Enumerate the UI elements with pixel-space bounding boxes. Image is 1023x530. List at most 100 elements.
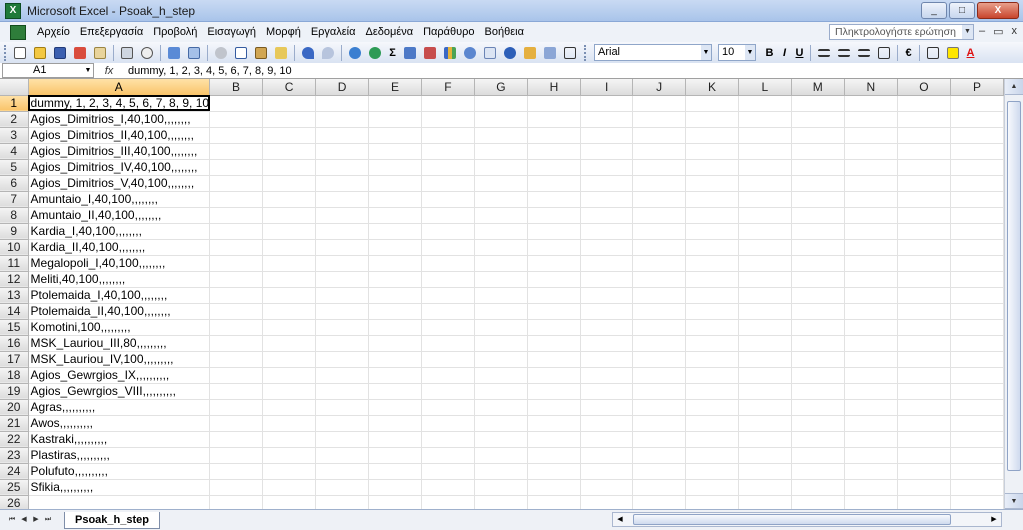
- cell[interactable]: [28, 495, 211, 509]
- cell[interactable]: [632, 367, 686, 384]
- first-sheet-icon[interactable]: ⏮: [6, 513, 18, 527]
- cell[interactable]: [738, 95, 792, 112]
- cell[interactable]: [897, 159, 951, 176]
- cell[interactable]: [844, 223, 898, 240]
- cell[interactable]: [685, 415, 739, 432]
- cell[interactable]: Agios_Gewrgios_VIII,,,,,,,,,,: [28, 383, 211, 400]
- cell[interactable]: [262, 111, 317, 128]
- open-folder-icon[interactable]: [32, 44, 49, 61]
- cell[interactable]: [315, 239, 370, 256]
- cell[interactable]: [685, 447, 739, 464]
- cell[interactable]: [791, 399, 845, 416]
- cell[interactable]: [421, 95, 475, 112]
- cell[interactable]: [474, 143, 528, 160]
- cell[interactable]: Agios_Dimitrios_III,40,100,,,,,,,,: [28, 143, 211, 160]
- cell[interactable]: Ptolemaida_I,40,100,,,,,,,,: [28, 287, 211, 304]
- cell[interactable]: [368, 143, 422, 160]
- column-header-j[interactable]: J: [632, 79, 686, 96]
- cell[interactable]: [421, 415, 475, 432]
- cell[interactable]: [527, 495, 581, 509]
- spelling-icon[interactable]: [166, 44, 183, 61]
- cell[interactable]: [527, 143, 581, 160]
- cell[interactable]: [897, 191, 951, 208]
- zoom-icon[interactable]: [482, 44, 499, 61]
- cell[interactable]: [685, 335, 739, 352]
- cell[interactable]: [368, 271, 422, 288]
- cell[interactable]: [632, 383, 686, 400]
- cell[interactable]: [474, 319, 528, 336]
- cell[interactable]: [368, 255, 422, 272]
- scroll-right-icon[interactable]: ▶: [987, 513, 1001, 526]
- cell[interactable]: [315, 367, 370, 384]
- cell[interactable]: [209, 447, 264, 464]
- cell[interactable]: [738, 127, 792, 144]
- cell[interactable]: [791, 239, 845, 256]
- cell[interactable]: [368, 95, 422, 112]
- cell[interactable]: [315, 415, 370, 432]
- menu-window[interactable]: Παράθυρο: [418, 26, 479, 38]
- cell[interactable]: [580, 287, 634, 304]
- cell[interactable]: Amuntaio_II,40,100,,,,,,,,: [28, 207, 211, 224]
- cell[interactable]: [950, 463, 1004, 480]
- cell[interactable]: [791, 367, 845, 384]
- row-header[interactable]: 19: [0, 383, 29, 400]
- cell[interactable]: [474, 111, 528, 128]
- cell[interactable]: [685, 143, 739, 160]
- sheet-tab-psoak-h-step[interactable]: Psoak_h_step: [64, 511, 160, 529]
- cell[interactable]: [685, 351, 739, 368]
- close-button[interactable]: X: [977, 2, 1019, 19]
- row-header[interactable]: 24: [0, 463, 29, 480]
- row-header[interactable]: 12: [0, 271, 29, 288]
- cell[interactable]: [844, 415, 898, 432]
- cell[interactable]: Megalopoli_I,40,100,,,,,,,,: [28, 255, 211, 272]
- cell[interactable]: [368, 287, 422, 304]
- column-header-f[interactable]: F: [421, 79, 475, 96]
- cell[interactable]: [844, 271, 898, 288]
- column-header-k[interactable]: K: [685, 79, 739, 96]
- cell[interactable]: [527, 335, 581, 352]
- cell[interactable]: [421, 127, 475, 144]
- cell[interactable]: [738, 271, 792, 288]
- cell[interactable]: [738, 431, 792, 448]
- help-icon[interactable]: [502, 44, 519, 61]
- cell[interactable]: [844, 175, 898, 192]
- cell[interactable]: [421, 271, 475, 288]
- cell[interactable]: [950, 223, 1004, 240]
- cell[interactable]: [421, 191, 475, 208]
- cell[interactable]: Ptolemaida_II,40,100,,,,,,,,: [28, 303, 211, 320]
- row-header[interactable]: 4: [0, 143, 29, 160]
- cell[interactable]: [368, 383, 422, 400]
- permission-icon[interactable]: [72, 44, 89, 61]
- cell[interactable]: [791, 335, 845, 352]
- cell[interactable]: [685, 479, 739, 496]
- cell[interactable]: [474, 303, 528, 320]
- cell[interactable]: [421, 303, 475, 320]
- cell[interactable]: [421, 463, 475, 480]
- cell[interactable]: [897, 287, 951, 304]
- research-icon[interactable]: [186, 44, 203, 61]
- new-icon[interactable]: [12, 44, 29, 61]
- cell[interactable]: [738, 383, 792, 400]
- currency-button[interactable]: €: [901, 47, 916, 59]
- cell[interactable]: [738, 175, 792, 192]
- cell[interactable]: [580, 175, 634, 192]
- cell[interactable]: [262, 367, 317, 384]
- cell[interactable]: [315, 95, 370, 112]
- cell[interactable]: [421, 351, 475, 368]
- cell[interactable]: [262, 463, 317, 480]
- worksheet-grid[interactable]: ABCDEFGHIJKLMNOP 1 dummy, 1, 2, 3, 4, 5, …: [0, 79, 1004, 509]
- cell[interactable]: [632, 447, 686, 464]
- cell[interactable]: [632, 415, 686, 432]
- row-header[interactable]: 14: [0, 303, 29, 320]
- cell[interactable]: [209, 463, 264, 480]
- cell[interactable]: MSK_Lauriou_III,80,,,,,,,,,: [28, 335, 211, 352]
- cell[interactable]: [421, 335, 475, 352]
- cell[interactable]: [950, 271, 1004, 288]
- cell[interactable]: [209, 479, 264, 496]
- cell[interactable]: [315, 255, 370, 272]
- cell[interactable]: Amuntaio_I,40,100,,,,,,,,: [28, 191, 211, 208]
- cell[interactable]: [209, 127, 264, 144]
- cell[interactable]: [474, 447, 528, 464]
- workbook-close-button[interactable]: x: [1012, 25, 1018, 38]
- cell[interactable]: [897, 303, 951, 320]
